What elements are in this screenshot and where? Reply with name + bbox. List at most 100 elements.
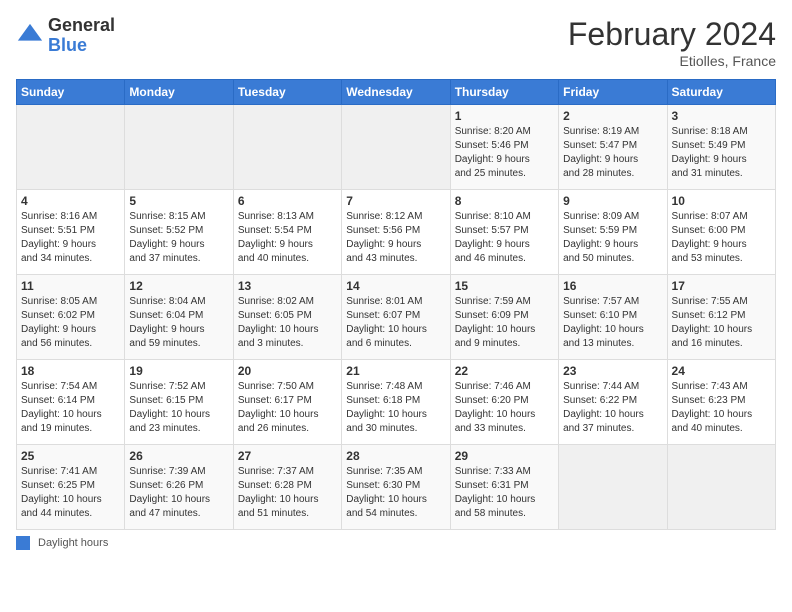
calendar-cell: 6 Sunrise: 8:13 AM Sunset: 5:54 PM Daylig…: [233, 190, 341, 275]
day-number: 24: [672, 364, 771, 378]
calendar-cell: 3 Sunrise: 8:18 AM Sunset: 5:49 PM Daylig…: [667, 105, 775, 190]
calendar-cell: 11 Sunrise: 8:05 AM Sunset: 6:02 PM Dayli…: [17, 275, 125, 360]
calendar-cell: 21 Sunrise: 7:48 AM Sunset: 6:18 PM Dayli…: [342, 360, 450, 445]
day-number: 26: [129, 449, 228, 463]
day-info: Sunrise: 8:04 AM Sunset: 6:04 PM Dayligh…: [129, 295, 228, 351]
calendar-cell: 5 Sunrise: 8:15 AM Sunset: 5:52 PM Daylig…: [125, 190, 233, 275]
calendar-cell: [667, 445, 775, 530]
day-info: Sunrise: 7:35 AM Sunset: 6:30 PM Dayligh…: [346, 465, 445, 521]
day-number: 18: [21, 364, 120, 378]
calendar-cell: 27 Sunrise: 7:37 AM Sunset: 6:28 PM Dayli…: [233, 445, 341, 530]
day-number: 8: [455, 194, 554, 208]
header-row: SundayMondayTuesdayWednesdayThursdayFrid…: [17, 80, 776, 105]
calendar-cell: 19Sunrise: 7:52 AM Sunset: 6:15 PM Dayli…: [125, 360, 233, 445]
day-number: 7: [346, 194, 445, 208]
calendar-week-row: 25Sunrise: 7:41 AM Sunset: 6:25 PM Dayli…: [17, 445, 776, 530]
calendar-cell: 14 Sunrise: 8:01 AM Sunset: 6:07 PM Dayli…: [342, 275, 450, 360]
column-header-friday: Friday: [559, 80, 667, 105]
calendar-cell: 16 Sunrise: 7:57 AM Sunset: 6:10 PM Dayli…: [559, 275, 667, 360]
day-number: 21: [346, 364, 445, 378]
day-number: 29: [455, 449, 554, 463]
day-info: Sunrise: 7:43 AM Sunset: 6:23 PM Dayligh…: [672, 380, 771, 436]
day-number: 16: [563, 279, 662, 293]
day-number: 14: [346, 279, 445, 293]
column-header-thursday: Thursday: [450, 80, 558, 105]
calendar-cell: [342, 105, 450, 190]
calendar-cell: 7 Sunrise: 8:12 AM Sunset: 5:56 PM Daylig…: [342, 190, 450, 275]
footer: Daylight hours: [16, 536, 776, 550]
calendar-cell: 10Sunrise: 8:07 AM Sunset: 6:00 PM Dayli…: [667, 190, 775, 275]
calendar-cell: 4 Sunrise: 8:16 AM Sunset: 5:51 PM Daylig…: [17, 190, 125, 275]
day-info: Sunrise: 8:16 AM Sunset: 5:51 PM Dayligh…: [21, 210, 120, 266]
day-number: 15: [455, 279, 554, 293]
calendar-cell: 8 Sunrise: 8:10 AM Sunset: 5:57 PM Daylig…: [450, 190, 558, 275]
day-number: 22: [455, 364, 554, 378]
calendar-cell: 22 Sunrise: 7:46 AM Sunset: 6:20 PM Dayli…: [450, 360, 558, 445]
calendar-cell: [233, 105, 341, 190]
day-number: 9: [563, 194, 662, 208]
calendar-table: SundayMondayTuesdayWednesdayThursdayFrid…: [16, 79, 776, 530]
month-title: February 2024: [568, 16, 776, 53]
day-info: Sunrise: 7:41 AM Sunset: 6:25 PM Dayligh…: [21, 465, 120, 521]
day-info: Sunrise: 7:39 AM Sunset: 6:26 PM Dayligh…: [129, 465, 228, 521]
day-info: Sunrise: 8:20 AM Sunset: 5:46 PM Dayligh…: [455, 125, 554, 181]
calendar-cell: 15 Sunrise: 7:59 AM Sunset: 6:09 PM Dayli…: [450, 275, 558, 360]
day-number: 5: [129, 194, 228, 208]
calendar-cell: 9 Sunrise: 8:09 AM Sunset: 5:59 PM Daylig…: [559, 190, 667, 275]
day-number: 28: [346, 449, 445, 463]
day-info: Sunrise: 7:57 AM Sunset: 6:10 PM Dayligh…: [563, 295, 662, 351]
day-info: Sunrise: 7:55 AM Sunset: 6:12 PM Dayligh…: [672, 295, 771, 351]
column-header-saturday: Saturday: [667, 80, 775, 105]
day-info: Sunrise: 8:01 AM Sunset: 6:07 PM Dayligh…: [346, 295, 445, 351]
calendar-cell: 24 Sunrise: 7:43 AM Sunset: 6:23 PM Dayli…: [667, 360, 775, 445]
day-info: Sunrise: 8:09 AM Sunset: 5:59 PM Dayligh…: [563, 210, 662, 266]
day-info: Sunrise: 8:15 AM Sunset: 5:52 PM Dayligh…: [129, 210, 228, 266]
day-info: Sunrise: 8:13 AM Sunset: 5:54 PM Dayligh…: [238, 210, 337, 266]
logo-blue-text: Blue: [48, 36, 115, 56]
day-info: Sunrise: 7:54 AM Sunset: 6:14 PM Dayligh…: [21, 380, 120, 436]
logo-general-text: General: [48, 16, 115, 36]
day-info: Sunrise: 7:46 AM Sunset: 6:20 PM Dayligh…: [455, 380, 554, 436]
day-number: 23: [563, 364, 662, 378]
calendar-cell: 26 Sunrise: 7:39 AM Sunset: 6:26 PM Dayli…: [125, 445, 233, 530]
day-info: Sunrise: 8:05 AM Sunset: 6:02 PM Dayligh…: [21, 295, 120, 351]
day-info: Sunrise: 8:02 AM Sunset: 6:05 PM Dayligh…: [238, 295, 337, 351]
legend-color-box: [16, 536, 30, 550]
calendar-cell: [559, 445, 667, 530]
calendar-cell: 29Sunrise: 7:33 AM Sunset: 6:31 PM Dayli…: [450, 445, 558, 530]
location: Etiolles, France: [568, 53, 776, 69]
calendar-cell: 2 Sunrise: 8:19 AM Sunset: 5:47 PM Daylig…: [559, 105, 667, 190]
day-info: Sunrise: 8:10 AM Sunset: 5:57 PM Dayligh…: [455, 210, 554, 266]
day-info: Sunrise: 7:59 AM Sunset: 6:09 PM Dayligh…: [455, 295, 554, 351]
logo-icon: [16, 22, 44, 50]
calendar-cell: 20Sunrise: 7:50 AM Sunset: 6:17 PM Dayli…: [233, 360, 341, 445]
calendar-week-row: 11 Sunrise: 8:05 AM Sunset: 6:02 PM Dayli…: [17, 275, 776, 360]
day-info: Sunrise: 7:44 AM Sunset: 6:22 PM Dayligh…: [563, 380, 662, 436]
calendar-cell: [17, 105, 125, 190]
day-number: 11: [21, 279, 120, 293]
calendar-cell: 28 Sunrise: 7:35 AM Sunset: 6:30 PM Dayli…: [342, 445, 450, 530]
day-info: Sunrise: 7:37 AM Sunset: 6:28 PM Dayligh…: [238, 465, 337, 521]
day-info: Sunrise: 7:48 AM Sunset: 6:18 PM Dayligh…: [346, 380, 445, 436]
calendar-week-row: 18 Sunrise: 7:54 AM Sunset: 6:14 PM Dayli…: [17, 360, 776, 445]
day-number: 4: [21, 194, 120, 208]
day-number: 6: [238, 194, 337, 208]
day-number: 12: [129, 279, 228, 293]
calendar-cell: 13Sunrise: 8:02 AM Sunset: 6:05 PM Dayli…: [233, 275, 341, 360]
logo: General Blue: [16, 16, 115, 56]
calendar-cell: 12 Sunrise: 8:04 AM Sunset: 6:04 PM Dayli…: [125, 275, 233, 360]
day-number: 3: [672, 109, 771, 123]
day-number: 2: [563, 109, 662, 123]
day-number: 27: [238, 449, 337, 463]
day-info: Sunrise: 8:19 AM Sunset: 5:47 PM Dayligh…: [563, 125, 662, 181]
title-area: February 2024 Etiolles, France: [568, 16, 776, 69]
day-number: 1: [455, 109, 554, 123]
day-info: Sunrise: 7:50 AM Sunset: 6:17 PM Dayligh…: [238, 380, 337, 436]
day-info: Sunrise: 8:12 AM Sunset: 5:56 PM Dayligh…: [346, 210, 445, 266]
calendar-cell: 1 Sunrise: 8:20 AM Sunset: 5:46 PM Daylig…: [450, 105, 558, 190]
column-header-sunday: Sunday: [17, 80, 125, 105]
day-number: 19: [129, 364, 228, 378]
day-number: 10: [672, 194, 771, 208]
calendar-cell: 18 Sunrise: 7:54 AM Sunset: 6:14 PM Dayli…: [17, 360, 125, 445]
day-info: Sunrise: 8:18 AM Sunset: 5:49 PM Dayligh…: [672, 125, 771, 181]
